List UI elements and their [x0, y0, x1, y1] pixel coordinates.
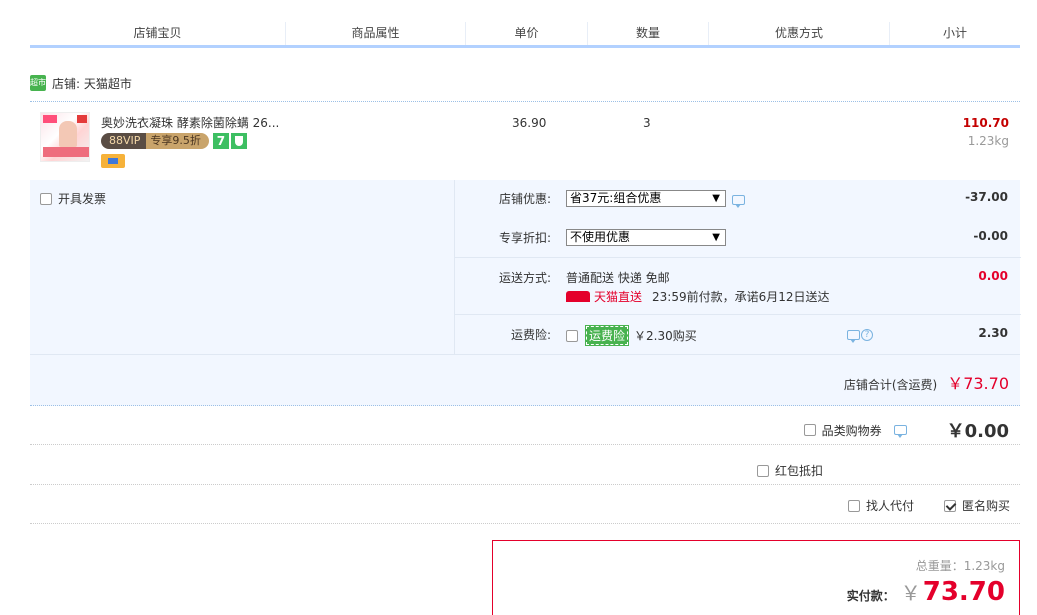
invoice-option[interactable]: 开具发票: [40, 190, 106, 207]
category-coupon: 品类购物券 ￥0.00: [803, 417, 1009, 443]
proxy-pay-option[interactable]: 找人代付: [848, 497, 914, 514]
vip-discount-badge: 88VIP 专享9.5折: [101, 133, 209, 149]
cart-header: 店铺宝贝 商品属性 单价 数量 优惠方式 小计: [30, 22, 1020, 48]
payment-summary: 总重量：1.23kg 实付款： ￥ 73.70: [492, 540, 1020, 615]
actual-payment-amount: 73.70: [922, 577, 1005, 607]
shop-total-value: ￥73.70: [947, 374, 1009, 393]
header-col-quantity: 数量: [588, 22, 709, 45]
guarantee-icon: [230, 133, 247, 149]
red-packet-checkbox[interactable]: [757, 464, 769, 477]
header-col-subtotal: 小计: [942, 26, 967, 40]
header-col-shop-item: 店铺宝贝: [30, 22, 286, 45]
payment-options-row: 找人代付 匿名购买: [30, 486, 1020, 524]
shipping-method: 普通配送 快递 免邮: [566, 271, 670, 285]
delivery-promise: 23:59前付款，承诺6月12日送达: [652, 290, 830, 304]
anonymous-checkbox[interactable]: [944, 499, 956, 512]
red-packet-option[interactable]: 红包抵扣: [757, 462, 823, 479]
vip-badge-left: 88VIP: [101, 133, 147, 149]
proxy-pay-checkbox[interactable]: [848, 499, 860, 512]
anonymous-label: 匿名购买: [962, 499, 1011, 513]
insurance-checkbox[interactable]: [566, 329, 578, 342]
credit-card-icon: [101, 154, 125, 168]
shipping-label: 运送方式:: [498, 271, 551, 285]
unit-price: 36.90: [512, 116, 547, 130]
divider: [455, 314, 1021, 315]
order-options-panel: 开具发票 店铺优惠: 省37元:组合优惠 ▼ -37.00 专享折扣: 不使用优…: [30, 180, 1021, 406]
exclusive-discount-selected: 不使用优惠: [570, 230, 631, 244]
insurance-value: 2.30: [978, 326, 1008, 340]
total-weight: 总重量：1.23kg: [915, 559, 1005, 573]
cart-item-row: 奥妙洗衣凝珠 酵素除菌除螨 26... 88VIP 专享9.5折 7 36.90…: [30, 101, 1020, 179]
actual-payment-label: 实付款：: [846, 589, 895, 603]
header-col-unit-price: 单价: [466, 22, 588, 45]
actual-payment: 实付款： ￥ 73.70: [847, 577, 1005, 607]
dropdown-arrow-icon: ▼: [712, 232, 720, 243]
vip-badge-right: 专享9.5折: [146, 133, 209, 149]
chat-icon[interactable]: [847, 330, 860, 343]
tmall-direct: 天猫直送 23:59前付款，承诺6月12日送达: [566, 288, 830, 305]
proxy-pay-label: 找人代付: [866, 499, 915, 513]
insurance-label: 运费险:: [510, 328, 551, 342]
exclusive-discount-label: 专享折扣:: [498, 231, 551, 245]
red-packet-label: 红包抵扣: [775, 464, 824, 478]
divider: [30, 354, 1020, 355]
item-weight: 1.23kg: [967, 134, 1009, 148]
shop-discount-selected: 省37元:组合优惠: [570, 191, 662, 205]
invoice-label: 开具发票: [58, 192, 107, 206]
product-thumbnail[interactable]: [40, 112, 90, 162]
quantity: 3: [643, 116, 651, 130]
help-icon[interactable]: ?: [861, 329, 873, 341]
product-title[interactable]: 奥妙洗衣凝珠 酵素除菌除螨 26...: [101, 114, 279, 131]
shop-total-label: 店铺合计(含运费): [843, 378, 938, 392]
divider: [455, 257, 1021, 258]
red-packet-row: 红包抵扣: [30, 446, 1020, 485]
dropdown-arrow-icon: ▼: [712, 193, 720, 204]
category-coupon-value: ￥0.00: [946, 421, 1009, 442]
shop-row: 超市 店铺: 天猫超市: [30, 72, 132, 94]
shop-total: 店铺合计(含运费) ￥73.70: [844, 370, 1009, 394]
seven-day-return-icon: 7: [212, 133, 229, 149]
discount-shipping-panel: 店铺优惠: 省37元:组合优惠 ▼ -37.00 专享折扣: 不使用优惠 ▼ -…: [454, 180, 1021, 354]
item-subtotal: 110.70: [962, 116, 1009, 130]
header-col-attributes: 商品属性: [286, 22, 466, 45]
shop-name[interactable]: 店铺: 天猫超市: [52, 75, 132, 92]
currency-symbol: ￥: [900, 581, 921, 605]
insurance-price: ￥2.30购买: [634, 329, 697, 343]
chat-icon[interactable]: [732, 195, 745, 208]
category-coupon-label: 品类购物券: [821, 423, 882, 438]
chat-icon[interactable]: [893, 425, 907, 438]
invoice-checkbox[interactable]: [40, 192, 52, 205]
insurance-badge: 运费险: [584, 325, 630, 346]
insurance-option[interactable]: 运费险 ￥2.30购买: [566, 325, 697, 346]
header-col-discount: 优惠方式: [709, 22, 890, 45]
exclusive-discount-value: -0.00: [973, 229, 1008, 243]
tmall-direct-label: 天猫直送: [594, 290, 643, 304]
shop-discount-label: 店铺优惠:: [498, 192, 551, 206]
product-badges: 88VIP 专享9.5折 7: [101, 133, 247, 149]
shipping-value: 0.00: [978, 269, 1008, 283]
tmall-logo-icon: [566, 291, 590, 302]
category-coupon-checkbox[interactable]: [803, 424, 816, 436]
shop-discount-value: -37.00: [965, 190, 1008, 204]
exclusive-discount-select[interactable]: 不使用优惠 ▼: [566, 229, 726, 246]
category-coupon-row: 品类购物券 ￥0.00: [30, 407, 1020, 445]
shop-discount-select[interactable]: 省37元:组合优惠 ▼: [566, 190, 726, 207]
tmall-supermarket-icon: 超市: [30, 75, 46, 91]
anonymous-option[interactable]: 匿名购买: [944, 497, 1010, 514]
